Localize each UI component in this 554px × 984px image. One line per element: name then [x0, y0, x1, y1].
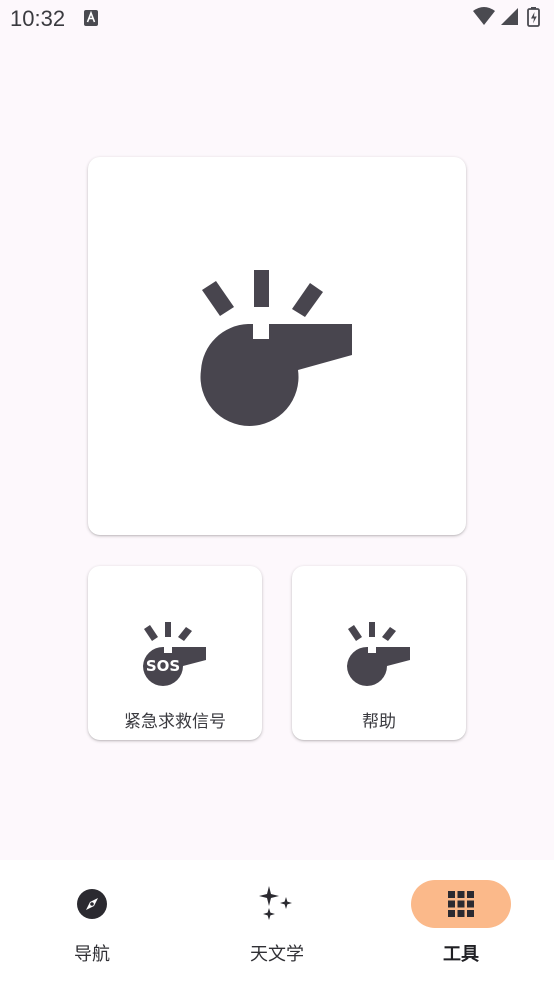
- nav-label-tools: 工具: [443, 944, 479, 965]
- nav-item-navigation[interactable]: 导航: [0, 860, 184, 984]
- keyboard-a-icon: [84, 10, 98, 30]
- status-icons: [472, 6, 546, 34]
- svg-text:SOS: SOS: [146, 657, 180, 675]
- sparkles-icon: [259, 886, 292, 920]
- wifi-icon: [473, 7, 495, 25]
- status-time: 10:32: [10, 6, 66, 31]
- compass-icon: [77, 889, 107, 919]
- nav-pill-active: [411, 880, 511, 928]
- help-card[interactable]: 帮助: [292, 566, 466, 740]
- grid-icon: [448, 891, 474, 917]
- signal-icon: [501, 8, 518, 25]
- whistle-card[interactable]: [88, 157, 466, 535]
- status-bar: 10:32: [0, 0, 554, 40]
- help-label: 帮助: [362, 712, 396, 732]
- battery-icon: [527, 7, 540, 27]
- nav-label-astronomy: 天文学: [250, 944, 304, 965]
- nav-label-navigation: 导航: [74, 944, 110, 965]
- bottom-navigation: 导航 天文学 工具: [0, 860, 554, 984]
- nav-pill: [227, 880, 327, 928]
- sos-signal-card[interactable]: SOS 紧急求救信号: [88, 566, 262, 740]
- nav-pill: [42, 880, 142, 928]
- nav-item-astronomy[interactable]: 天文学: [185, 860, 369, 984]
- nav-item-tools[interactable]: 工具: [369, 860, 553, 984]
- whistle-icon: [200, 270, 352, 426]
- whistle-icon: [347, 622, 410, 686]
- sos-whistle-icon: SOS: [143, 622, 206, 686]
- sos-signal-label: 紧急求救信号: [124, 712, 226, 732]
